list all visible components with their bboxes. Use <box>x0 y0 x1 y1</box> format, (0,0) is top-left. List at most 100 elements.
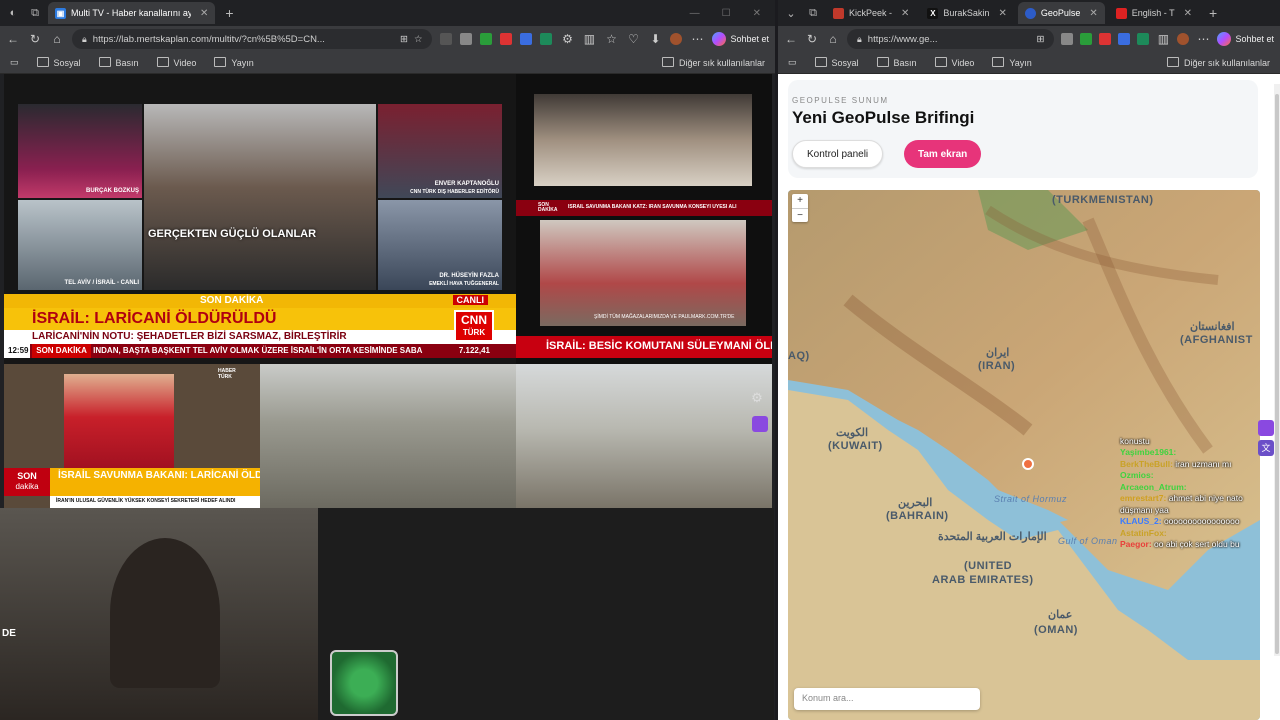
url-text: https://lab.mertskaplan.com/multitv/?cn%… <box>92 33 325 45</box>
extension-icon[interactable] <box>540 33 553 45</box>
overlay-text: GERÇEKTEN GÜÇLÜ OLANLAR <box>148 228 317 240</box>
bookmark-folder-basin[interactable]: Basın <box>877 57 917 68</box>
workspaces-icon[interactable]: ⧉ <box>26 4 44 22</box>
avatar[interactable] <box>1177 33 1190 45</box>
close-tab-icon[interactable]: ✕ <box>1184 8 1192 19</box>
more-icon[interactable]: ⋯ <box>1196 32 1210 46</box>
reader-icon[interactable]: ⊞ <box>400 34 408 45</box>
bookmark-folder-other[interactable]: Diğer sık kullanılanlar <box>1167 57 1270 68</box>
scrollbar[interactable] <box>1274 84 1280 656</box>
cnn-logo: CNN TÜRK <box>454 310 494 342</box>
extension-icon[interactable] <box>480 33 493 45</box>
translate-icon[interactable]: 文 <box>1258 440 1274 456</box>
map-label-iran: (IRAN) <box>978 360 1016 372</box>
split-screen-icon[interactable]: ▥ <box>582 32 596 46</box>
close-window-icon[interactable]: ✕ <box>753 8 761 19</box>
channel3-flash: SON dakika <box>4 468 50 496</box>
chat-user: AstatinFox: <box>1120 527 1167 538</box>
extension-icon[interactable] <box>520 33 533 45</box>
profile-icon[interactable]: ◐ <box>4 4 22 22</box>
split-screen-icon[interactable]: ▥ <box>1156 32 1170 46</box>
extension-icon[interactable] <box>1118 33 1131 45</box>
bookmark-folder-video[interactable]: Video <box>935 57 975 68</box>
page-kicker: GEOPULSE SUNUM <box>792 96 889 105</box>
video-tile-channel2[interactable]: SON DAKİKA İSRAİL SAVUNMA BAKANI KATZ: İ… <box>516 74 772 364</box>
map-label-iran-fa: ایران <box>986 347 1010 359</box>
maximize-icon[interactable]: ☐ <box>722 8 731 19</box>
bookmarks-icon[interactable]: ▭ <box>788 57 797 68</box>
bookmarks-bar: ▭ Sosyal Basın Video Yayın Diğer sık kul… <box>778 52 1280 74</box>
video-tile-skyline[interactable]: ⚙ <box>516 364 772 508</box>
breaking-text: İSRAİL SAVUNMA BAKANI KATZ: İRAN SAVUNMA… <box>568 204 738 210</box>
back-icon[interactable]: ← <box>784 32 798 46</box>
bookmark-folder-yayin[interactable]: Yayın <box>992 57 1031 68</box>
bookmark-folder-other[interactable]: Diğer sık kullanılanlar <box>662 57 765 68</box>
control-panel-button[interactable]: Kontrol paneli <box>792 140 884 168</box>
tab-label: BurakSakin <box>943 8 990 18</box>
collections-icon[interactable]: ♡ <box>626 32 640 46</box>
map-label-afghanistan-fa: افغانستان <box>1190 321 1235 333</box>
extension-icon[interactable] <box>1137 33 1150 45</box>
chat-button[interactable]: Sohbet et <box>1217 32 1274 46</box>
tab-multitv[interactable]: ▣ Multi TV - Haber kanallarını aynı a ✕ <box>48 2 216 24</box>
home-icon[interactable]: ⌂ <box>826 32 840 46</box>
bookmark-folder-basin[interactable]: Basın <box>99 57 139 68</box>
refresh-icon[interactable]: ↻ <box>805 32 819 46</box>
close-tab-icon[interactable]: ✕ <box>998 8 1006 19</box>
tab-english[interactable]: English - T ✕ <box>1109 2 1199 24</box>
new-tab-button[interactable]: + <box>1203 5 1223 21</box>
chat-user: BerkTheBull: <box>1120 458 1173 469</box>
bookmark-folder-sosyal[interactable]: Sosyal <box>815 57 859 68</box>
video-tile-channel3[interactable]: HABER TÜRK SON dakika İSRAİL SAVUNMA BAK… <box>4 364 260 508</box>
scrollbar-thumb[interactable] <box>1275 94 1279 654</box>
extension-icon[interactable] <box>440 33 453 45</box>
dictionary-favicon-icon <box>1115 7 1127 19</box>
tab-kickpeek[interactable]: KickPeek - ✕ <box>826 2 916 24</box>
more-icon[interactable]: ⋯ <box>690 32 704 46</box>
url-field[interactable]: 🔒︎ https://www.ge... ⊞ <box>847 29 1055 49</box>
close-tab-icon[interactable]: ✕ <box>901 8 909 19</box>
avatar[interactable] <box>670 33 683 45</box>
extension-icon[interactable] <box>460 33 473 45</box>
tab-actions-icon[interactable]: ⧉ <box>804 4 822 22</box>
video-tile-cnn[interactable]: BURÇAK BOZKUŞ GERÇEKTEN GÜÇLÜ OLANLAR EN… <box>4 74 516 364</box>
extensions-icon[interactable]: ⚙ <box>560 32 574 46</box>
video-tile-city-view[interactable] <box>260 364 516 508</box>
zoom-out-button[interactable]: − <box>792 208 808 222</box>
extension-icon[interactable] <box>1061 33 1074 45</box>
extension-icon[interactable] <box>1099 33 1112 45</box>
back-icon[interactable]: ← <box>6 32 20 46</box>
map-label-uae-ar: الإمارات العربية المتحدة <box>938 531 1047 543</box>
bookmarks-icon[interactable]: ▭ <box>10 57 19 68</box>
extension-icon[interactable] <box>500 33 513 45</box>
bookmark-folder-video[interactable]: Video <box>157 57 197 68</box>
refresh-icon[interactable]: ↻ <box>28 32 42 46</box>
chat-message: konustu <box>1120 436 1260 447</box>
map-label-kuwait: (KUWAIT) <box>828 440 883 452</box>
favorite-star-icon[interactable]: ☆ <box>414 34 423 45</box>
gear-icon[interactable]: ⚙ <box>748 390 766 408</box>
bookmark-folder-yayin[interactable]: Yayın <box>214 57 253 68</box>
side-extension-icon[interactable] <box>752 416 768 432</box>
bookmark-folder-sosyal[interactable]: Sosyal <box>37 57 81 68</box>
event-marker-icon[interactable] <box>1022 458 1034 470</box>
location-search-input[interactable]: Konum ara... <box>794 688 980 710</box>
fullscreen-button[interactable]: Tam ekran <box>904 140 982 168</box>
close-tab-icon[interactable]: ✕ <box>200 8 208 19</box>
zoom-in-button[interactable]: + <box>792 194 808 208</box>
close-tab-icon[interactable]: ✕ <box>1089 8 1097 19</box>
favorites-icon[interactable]: ☆ <box>604 32 618 46</box>
url-field[interactable]: 🔒︎ https://lab.mertskaplan.com/multitv/?… <box>72 29 433 49</box>
workspaces-icon[interactable]: ⌄ <box>782 4 800 22</box>
tab-geopulse[interactable]: GeoPulse ✕ <box>1017 2 1105 24</box>
home-icon[interactable]: ⌂ <box>50 32 64 46</box>
chat-button[interactable]: Sohbet et <box>712 32 769 46</box>
reader-icon[interactable]: ⊞ <box>1037 34 1045 45</box>
tab-x[interactable]: X BurakSakin ✕ <box>920 2 1013 24</box>
tv-favicon-icon: ▣ <box>55 7 66 19</box>
new-tab-button[interactable]: + <box>219 5 239 21</box>
downloads-icon[interactable]: ⬇ <box>648 32 662 46</box>
extension-icon[interactable] <box>1080 33 1093 45</box>
side-extension-icon[interactable] <box>1258 420 1274 436</box>
minimize-icon[interactable]: — <box>690 8 700 19</box>
